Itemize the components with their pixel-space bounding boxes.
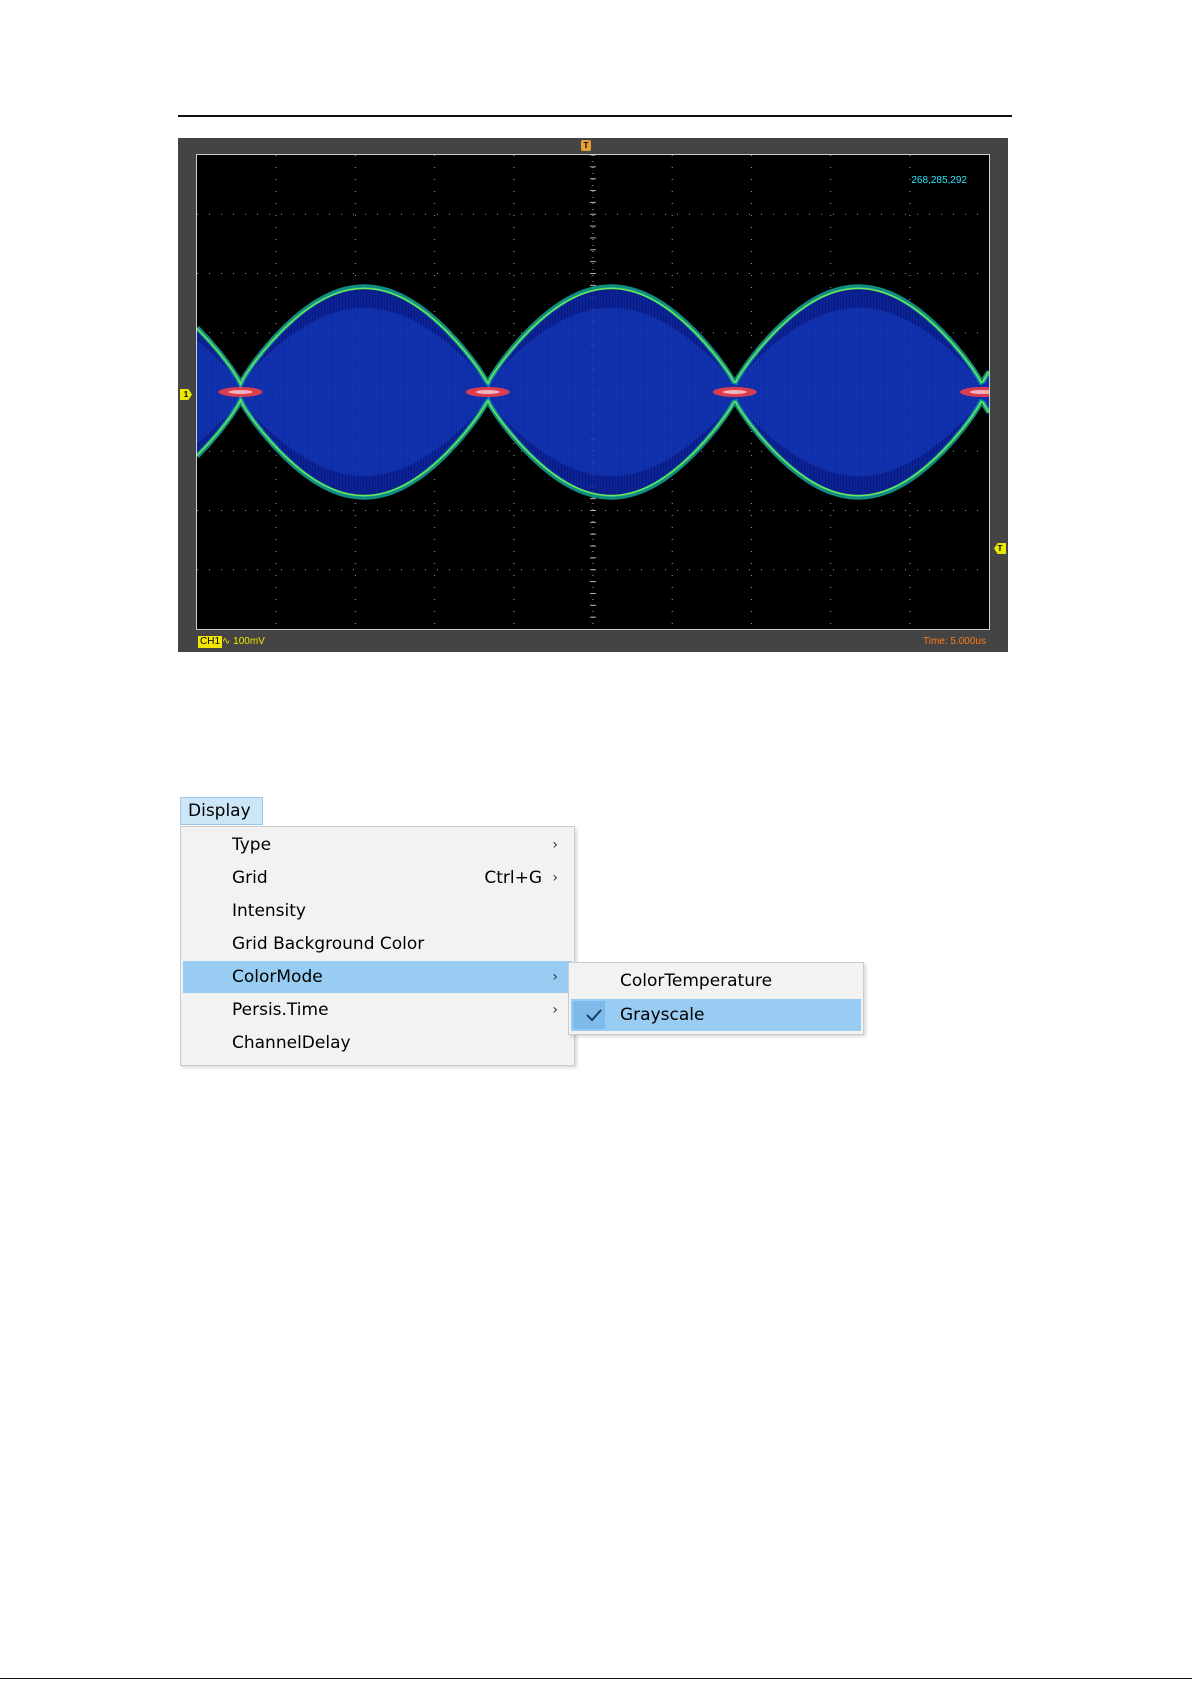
time-base-readout: Time: 5.000us [923,636,986,647]
waveform-plot [197,155,989,629]
menu-item-label: Type [232,835,272,855]
menu-item-label: ChannelDelay [232,1033,351,1053]
menu-item-label: Intensity [232,901,306,921]
menu-item-grid[interactable]: Grid Ctrl+G › [183,862,572,894]
menu-item-persis-time[interactable]: Persis.Time › [183,994,572,1026]
menu-item-label: Grid [232,868,268,888]
menu-item-grid-background-color[interactable]: Grid Background Color [183,928,572,960]
header-rule [178,115,1012,117]
menu-item-shortcut: Ctrl+G [484,868,542,888]
submenu-item-label: Grayscale [620,1005,705,1025]
submenu-item-label: ColorTemperature [620,971,773,991]
colormode-submenu: ColorTemperature Grayscale [568,962,864,1035]
scope-status-bar: CH1 ∿ 100mV Time: 5.000us [178,634,1008,652]
chevron-right-icon: › [552,837,558,853]
chevron-right-icon: › [552,969,558,985]
sample-counter: 268,285,292 [911,175,967,186]
submenu-item-grayscale[interactable]: Grayscale [571,999,861,1031]
waveform-screen: 268,285,292 [196,154,990,630]
display-menu: Type › Grid Ctrl+G › Intensity Grid Back… [180,826,575,1066]
footer-rule [0,1678,1192,1679]
checkmark-icon [583,999,605,1031]
waveform-hot-spot-core [228,390,253,394]
channel-1-scale: ∿ 100mV [222,636,265,647]
menu-item-colormode[interactable]: ColorMode › [183,961,572,993]
menu-item-label: Persis.Time [232,1000,329,1020]
trigger-level-marker[interactable]: T [994,543,1006,554]
menu-item-type[interactable]: Type › [183,829,572,861]
waveform-hot-spot-core [722,390,747,394]
menu-item-label: ColorMode [232,967,323,987]
menu-item-label: Grid Background Color [232,934,425,954]
menu-item-intensity[interactable]: Intensity [183,895,572,927]
waveform-hot-spot-core [475,390,500,394]
chevron-right-icon: › [552,870,558,886]
oscilloscope-display: T 1 T 268,285,292 CH1 ∿ 100mV Time: 5.00… [178,138,1008,652]
trigger-position-marker[interactable]: T [581,140,591,151]
channel-1-offset-marker[interactable]: 1 [180,389,192,400]
menu-item-channeldelay[interactable]: ChannelDelay [183,1027,572,1059]
display-menu-button[interactable]: Display [180,797,263,825]
chevron-right-icon: › [552,1002,558,1018]
channel-1-badge[interactable]: CH1 [198,636,223,648]
submenu-item-colortemperature[interactable]: ColorTemperature [571,965,861,997]
